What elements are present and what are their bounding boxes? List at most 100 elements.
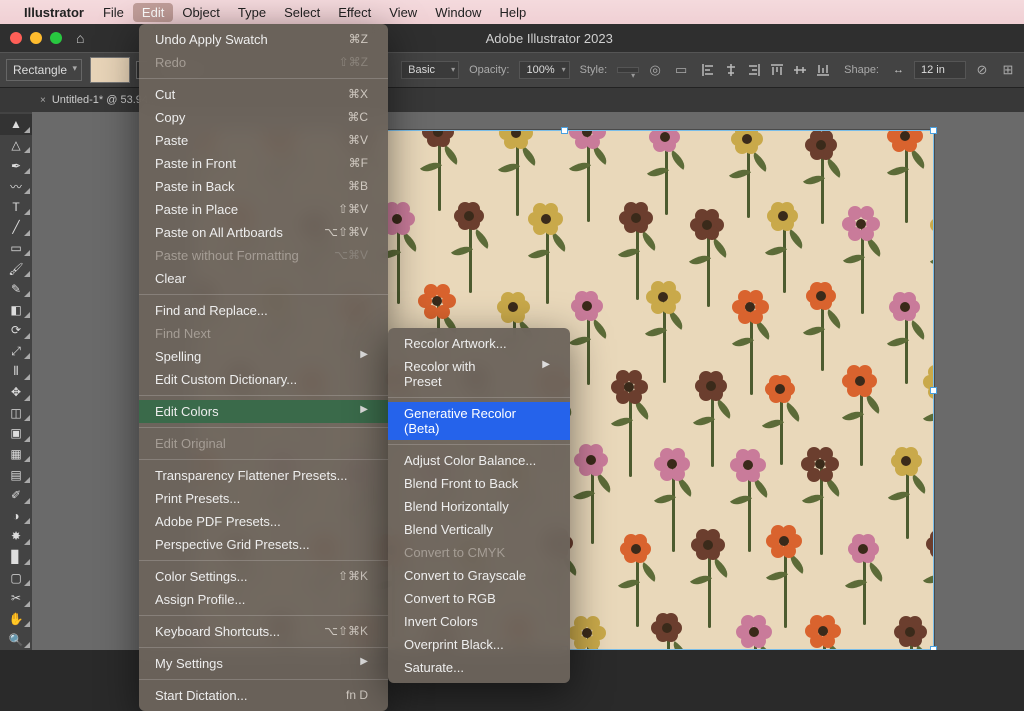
menu-item-convert-to-cmyk: Convert to CMYK [388,541,570,564]
selection-handle[interactable] [930,127,937,134]
menu-item-paste-on-all-artboards[interactable]: Paste on All Artboards⌥⇧⌘V [139,221,388,244]
selection-handle[interactable] [930,646,937,650]
menu-item-convert-to-rgb[interactable]: Convert to RGB [388,587,570,610]
menu-item-print-presets[interactable]: Print Presets... [139,487,388,510]
align-panel-icon[interactable]: ▭ [671,60,691,80]
tool-free-transform[interactable]: ✥ [0,382,32,403]
menu-item-paste-in-place[interactable]: Paste in Place⇧⌘V [139,198,388,221]
tool-shape-builder[interactable]: ◫ [0,403,32,424]
tools-panel: ▲△✒〰T╱▭🖌✎◧⟳⤢⫴✥◫▣▦▤✐◑✸▊▢✂✋🔍 [0,112,32,650]
menu-item-adjust-color-balance[interactable]: Adjust Color Balance... [388,449,570,472]
menu-file[interactable]: File [94,3,133,22]
menu-item-cut[interactable]: Cut⌘X [139,83,388,106]
tool-artboard[interactable]: ▢ [0,567,32,588]
menu-item-copy[interactable]: Copy⌘C [139,106,388,129]
object-type-dropdown[interactable]: Rectangle [6,59,82,81]
menu-item-find-and-replace[interactable]: Find and Replace... [139,299,388,322]
tool-zoom[interactable]: 🔍 [0,629,32,650]
menu-item-recolor-with-preset[interactable]: Recolor with Preset▶ [388,355,570,393]
tool-rect[interactable]: ▭ [0,238,32,259]
menu-view[interactable]: View [380,3,426,22]
menu-item-start-dictation[interactable]: Start Dictation...fn D [139,684,388,707]
tool-type[interactable]: T [0,196,32,217]
align-right-button[interactable] [743,60,765,80]
tool-line[interactable]: ╱ [0,217,32,238]
selection-handle[interactable] [561,127,568,134]
menu-item-paste-in-front[interactable]: Paste in Front⌘F [139,152,388,175]
menu-item-perspective-grid-presets[interactable]: Perspective Grid Presets... [139,533,388,556]
menu-item-spelling[interactable]: Spelling▶ [139,345,388,368]
menu-select[interactable]: Select [275,3,329,22]
menu-item-convert-to-grayscale[interactable]: Convert to Grayscale [388,564,570,587]
minimize-window-button[interactable] [30,32,42,44]
home-icon[interactable]: ⌂ [76,30,84,46]
fill-swatch[interactable] [90,57,130,83]
style-dropdown[interactable] [617,67,639,73]
menu-item-blend-front-to-back[interactable]: Blend Front to Back [388,472,570,495]
app-name[interactable]: Illustrator [24,5,84,20]
tool-symbol[interactable]: ✸ [0,526,32,547]
tool-graph[interactable]: ▊ [0,547,32,568]
menu-item-edit-colors[interactable]: Edit Colors▶ [139,400,388,423]
tool-blend[interactable]: ◑ [0,506,32,527]
menu-item-color-settings[interactable]: Color Settings...⇧⌘K [139,565,388,588]
menu-item-invert-colors[interactable]: Invert Colors [388,610,570,633]
menu-item-edit-custom-dictionary[interactable]: Edit Custom Dictionary... [139,368,388,391]
menu-item-clear[interactable]: Clear [139,267,388,290]
tool-hand[interactable]: ✋ [0,609,32,630]
menu-type[interactable]: Type [229,3,275,22]
align-bottom-button[interactable] [812,60,834,80]
shape-label: Shape: [844,64,879,76]
tool-brush[interactable]: 🖌 [0,258,32,279]
tool-scale[interactable]: ⤢ [0,341,32,362]
menu-item-blend-horizontally[interactable]: Blend Horizontally [388,495,570,518]
menu-item-my-settings[interactable]: My Settings▶ [139,652,388,675]
recolor-icon[interactable]: ◎ [645,60,665,80]
tool-perspective[interactable]: ▣ [0,423,32,444]
style-label: Style: [580,64,608,76]
tool-pen[interactable]: ✒ [0,155,32,176]
tool-width[interactable]: ⫴ [0,361,32,382]
tool-curve[interactable]: 〰 [0,176,32,197]
tool-mesh[interactable]: ▦ [0,444,32,465]
tool-direct-select[interactable]: △ [0,135,32,156]
selection-handle[interactable] [930,387,937,394]
more-icon[interactable]: ⊞ [998,60,1018,80]
menu-object[interactable]: Object [173,3,229,22]
menu-effect[interactable]: Effect [329,3,380,22]
menu-item-saturate[interactable]: Saturate... [388,656,570,679]
align-top-button[interactable] [766,60,788,80]
menu-window[interactable]: Window [426,3,490,22]
tool-selection[interactable]: ▲ [0,114,32,135]
menu-item-undo-apply-swatch[interactable]: Undo Apply Swatch⌘Z [139,28,388,51]
opacity-dropdown[interactable]: 100% [519,61,569,79]
zoom-window-button[interactable] [50,32,62,44]
close-window-button[interactable] [10,32,22,44]
menu-item-generative-recolor-beta[interactable]: Generative Recolor (Beta) [388,402,570,440]
isolate-icon[interactable]: ⊘ [972,60,992,80]
tool-eyedropper[interactable]: ✐ [0,485,32,506]
menu-item-blend-vertically[interactable]: Blend Vertically [388,518,570,541]
menu-edit[interactable]: Edit [133,3,173,22]
menu-item-paste-in-back[interactable]: Paste in Back⌘B [139,175,388,198]
width-field[interactable]: 12 in [914,61,966,79]
menu-item-recolor-artwork[interactable]: Recolor Artwork... [388,332,570,355]
align-vcenter-button[interactable] [789,60,811,80]
menu-item-keyboard-shortcuts[interactable]: Keyboard Shortcuts...⌥⇧⌘K [139,620,388,643]
tool-eraser[interactable]: ◧ [0,299,32,320]
align-left-button[interactable] [697,60,719,80]
menu-item-transparency-flattener-presets[interactable]: Transparency Flattener Presets... [139,464,388,487]
menu-item-adobe-pdf-presets[interactable]: Adobe PDF Presets... [139,510,388,533]
tool-slice[interactable]: ✂ [0,588,32,609]
align-hcenter-button[interactable] [720,60,742,80]
tool-pencil[interactable]: ✎ [0,279,32,300]
close-tab-icon[interactable]: × [40,95,46,106]
tool-gradient[interactable]: ▤ [0,464,32,485]
brush-definition-dropdown[interactable]: Basic [401,61,459,79]
tool-rotate[interactable]: ⟳ [0,320,32,341]
menu-help[interactable]: Help [490,3,535,22]
menu-item-paste[interactable]: Paste⌘V [139,129,388,152]
menu-item-redo: Redo⇧⌘Z [139,51,388,74]
menu-item-overprint-black[interactable]: Overprint Black... [388,633,570,656]
menu-item-assign-profile[interactable]: Assign Profile... [139,588,388,611]
